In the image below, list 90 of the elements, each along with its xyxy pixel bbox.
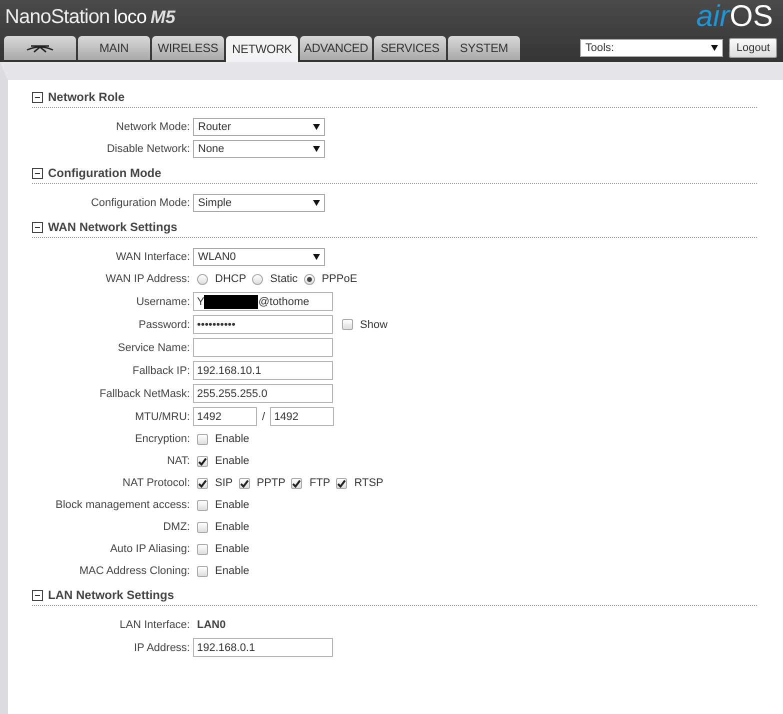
tab[interactable]: NETWORK <box>226 36 298 62</box>
model-variant: M5 <box>150 7 176 28</box>
field-label: MAC Address Cloning: <box>78 565 191 577</box>
checkbox[interactable] <box>197 456 208 466</box>
input-field[interactable]: Y @tothome <box>193 292 333 311</box>
field-label: Fallback IP: <box>132 364 191 376</box>
dropdown[interactable]: Simple <box>193 194 325 212</box>
field-label: Auto IP Aliasing: <box>109 543 191 555</box>
checkbox[interactable] <box>336 478 348 488</box>
collapse-icon[interactable] <box>32 590 43 600</box>
dropdown[interactable]: None <box>193 140 325 158</box>
option-label: Show <box>360 318 388 330</box>
field-label: WAN IP Address: <box>104 273 191 285</box>
option-label: FTP <box>309 477 330 489</box>
caret-icon <box>313 200 320 206</box>
option-label: Enable <box>215 521 250 533</box>
checkbox[interactable] <box>197 522 208 532</box>
checkbox[interactable] <box>197 566 208 576</box>
field-label: Network Mode: <box>115 121 191 133</box>
checkbox[interactable] <box>197 544 208 554</box>
field-label: Encryption: <box>134 433 191 445</box>
airos-logo: airOS <box>696 0 773 34</box>
option-label: Enable <box>215 543 250 555</box>
tab[interactable]: ADVANCED <box>300 36 372 60</box>
logo-tab[interactable] <box>4 36 76 60</box>
section-title: WAN Network Settings <box>48 220 178 234</box>
field-label: IP Address: <box>132 642 191 654</box>
checkbox[interactable] <box>342 319 353 330</box>
collapse-icon[interactable] <box>32 168 43 178</box>
input-field[interactable]: 1492 <box>270 407 334 426</box>
caret-icon <box>313 124 320 130</box>
option-label: Static <box>270 273 298 285</box>
radio-button[interactable] <box>304 274 315 284</box>
option-label: Enable <box>215 499 250 511</box>
tab[interactable]: WIRELESS <box>152 36 224 60</box>
product-name: NanoStation <box>5 6 110 29</box>
option-label: RTSP <box>354 477 384 489</box>
field-value: LAN0 <box>196 619 226 631</box>
tools-dropdown[interactable]: Tools: <box>580 39 724 57</box>
collapse-icon[interactable] <box>32 92 43 102</box>
tab[interactable]: SERVICES <box>374 36 446 60</box>
caret-icon <box>313 254 320 260</box>
field-label: Password: <box>138 318 191 330</box>
field-label: MTU/MRU: <box>134 410 191 422</box>
checkbox[interactable] <box>197 434 208 444</box>
field-label: NAT Protocol: <box>122 477 191 489</box>
field-label: Configuration Mode: <box>90 197 191 209</box>
radio-button[interactable] <box>252 274 264 284</box>
option-label: PPPoE <box>322 273 358 285</box>
section-title: Configuration Mode <box>48 166 162 180</box>
option-label: Enable <box>215 565 250 577</box>
option-label: PPTP <box>256 477 286 489</box>
checkbox[interactable] <box>291 478 302 488</box>
field-label: LAN Interface: <box>118 619 191 631</box>
input-field[interactable]: 192.168.0.1 <box>193 638 333 657</box>
field-label: Fallback NetMask: <box>98 388 191 400</box>
input-field[interactable] <box>193 338 333 357</box>
input-field[interactable]: 1492 <box>193 407 257 426</box>
input-field[interactable]: 192.168.10.1 <box>193 361 333 380</box>
dropdown[interactable]: WLAN0 <box>193 248 325 266</box>
section-title: LAN Network Settings <box>48 588 174 602</box>
option-label: Enable <box>215 455 250 467</box>
option-label: SIP <box>215 477 233 489</box>
field-label: DMZ: <box>162 521 191 533</box>
tab[interactable]: MAIN <box>78 36 150 60</box>
field-label: Service Name: <box>116 342 191 354</box>
field-label: WAN Interface: <box>114 251 191 263</box>
separator-text: / <box>262 410 266 422</box>
field-label: Block management access: <box>54 499 191 511</box>
caret-icon <box>313 146 320 152</box>
tab[interactable]: SYSTEM <box>448 36 520 60</box>
field-label: Username: <box>135 296 191 308</box>
section-title: Network Role <box>48 90 125 104</box>
option-label: Enable <box>215 433 250 445</box>
field-label: Disable Network: <box>106 143 191 155</box>
dropdown[interactable]: Router <box>193 118 325 136</box>
antenna-dish-icon <box>26 43 54 53</box>
option-label: DHCP <box>215 273 246 285</box>
redaction-mark <box>204 294 258 308</box>
password-field[interactable]: •••••••••• <box>193 315 333 334</box>
checkbox[interactable] <box>238 478 250 488</box>
checkbox[interactable] <box>197 500 208 510</box>
caret-icon <box>711 45 718 51</box>
field-label: NAT: <box>166 455 191 467</box>
logout-button[interactable]: Logout <box>729 38 777 58</box>
radio-button[interactable] <box>197 274 208 284</box>
input-field[interactable]: 255.255.255.0 <box>193 384 333 403</box>
checkbox[interactable] <box>197 478 208 488</box>
collapse-icon[interactable] <box>32 222 43 232</box>
model-name: loco <box>114 7 146 29</box>
